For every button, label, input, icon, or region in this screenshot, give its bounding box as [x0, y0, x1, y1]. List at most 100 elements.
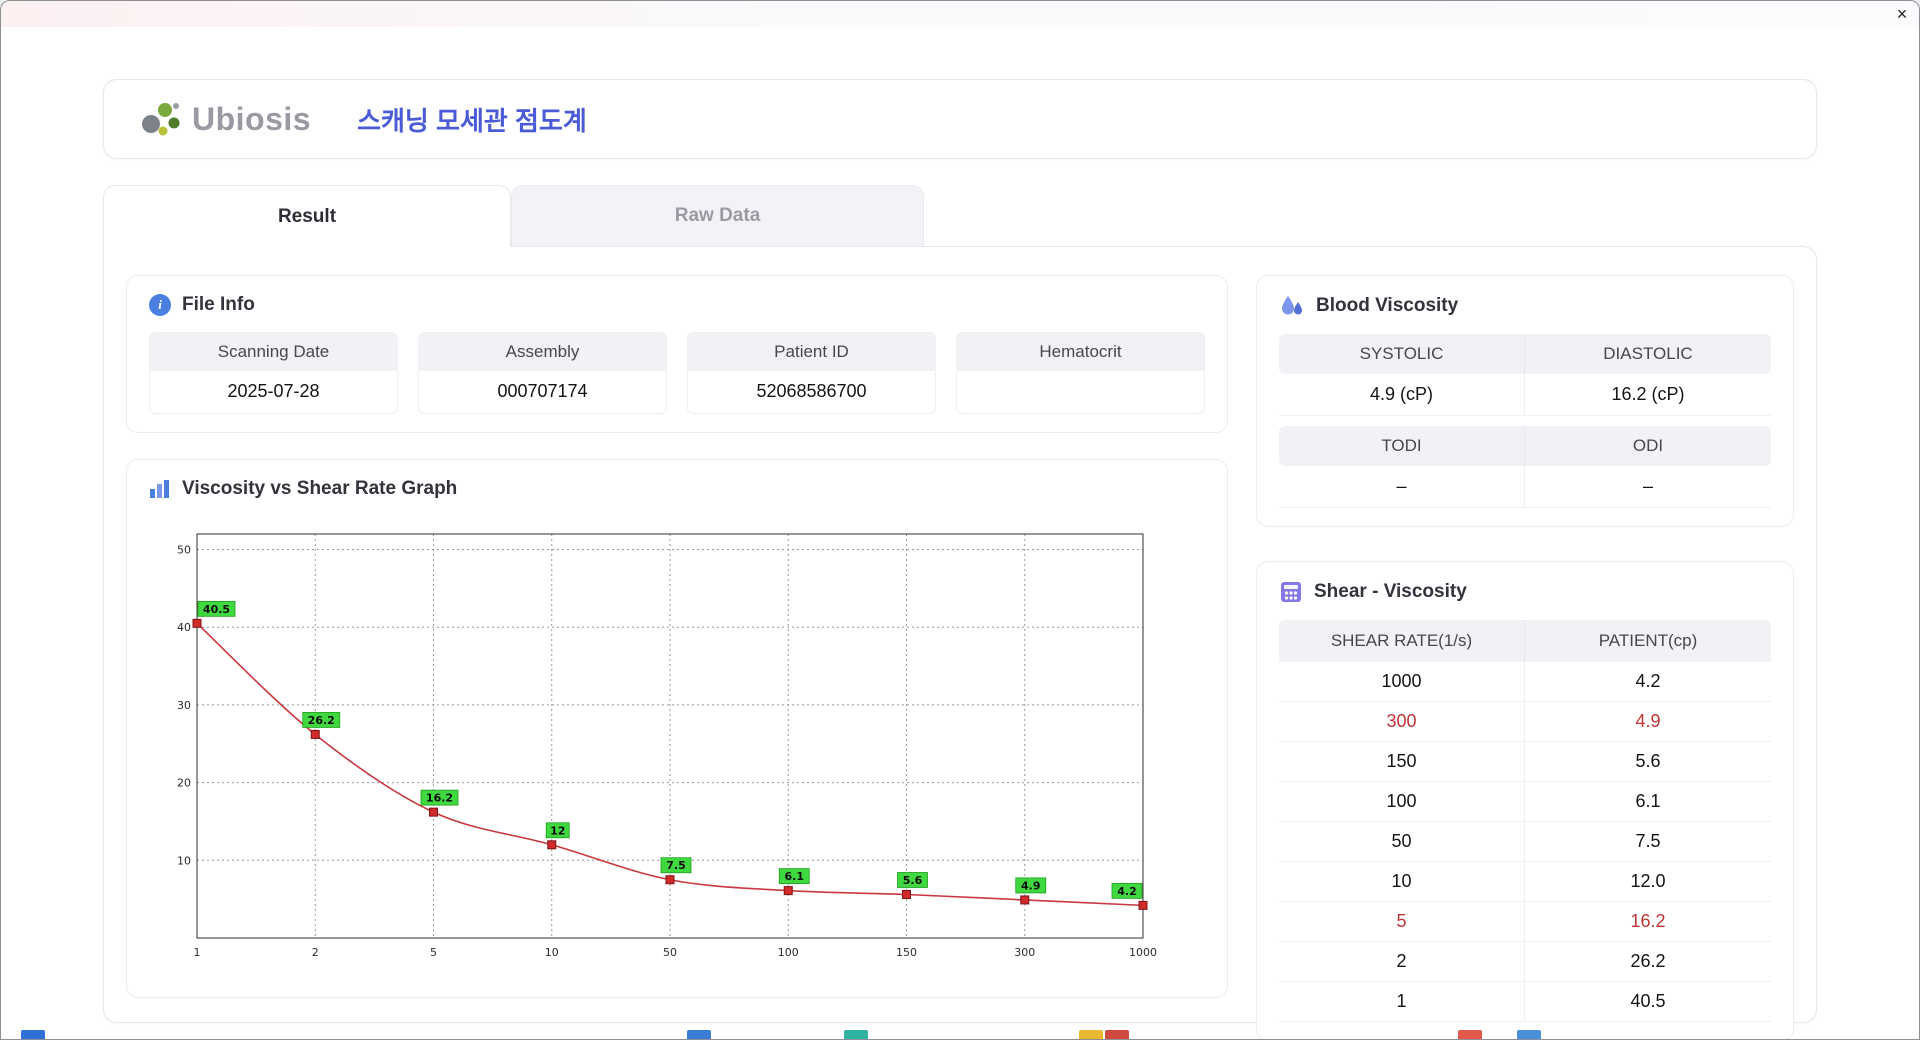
field-label: Hematocrit	[957, 333, 1204, 371]
taskbar-app-icon[interactable]	[844, 1030, 868, 1039]
field-label: Patient ID	[688, 333, 935, 371]
patient-cell: 7.5	[1635, 831, 1661, 851]
shear-rate-cell: 1	[1279, 982, 1525, 1021]
odi-value: –	[1525, 466, 1771, 508]
tab-result[interactable]: Result	[103, 185, 511, 247]
graph-title-row: Viscosity vs Shear Rate Graph	[149, 478, 1205, 500]
header-card: Ubiosis 스캐닝 모세관 점도계	[103, 79, 1817, 159]
shear-rate-cell: 1000	[1279, 662, 1525, 701]
blood-viscosity-row-2: TODI ODI – –	[1279, 426, 1771, 508]
titlebar: ×	[1, 1, 1919, 27]
blood-viscosity-title: Blood Viscosity	[1316, 295, 1459, 316]
patient-cell: 26.2	[1630, 951, 1666, 971]
svg-text:10: 10	[545, 946, 559, 959]
svg-text:50: 50	[663, 946, 677, 959]
table-row: 2 26.2	[1279, 942, 1771, 982]
svg-text:300: 300	[1014, 946, 1035, 959]
column-header-patient: PATIENT(cp)	[1598, 631, 1698, 650]
calculator-icon	[1281, 582, 1301, 602]
taskbar-app-icon[interactable]	[687, 1030, 711, 1039]
graph-title: Viscosity vs Shear Rate Graph	[182, 478, 458, 499]
svg-text:4.2: 4.2	[1117, 885, 1137, 898]
field-value: 2025-07-28	[227, 381, 320, 401]
svg-text:6.1: 6.1	[785, 870, 805, 883]
page-title: 스캐닝 모세관 점도계	[357, 105, 587, 136]
svg-text:40: 40	[177, 621, 191, 634]
tab-bar: Result Raw Data	[103, 185, 1817, 247]
svg-text:1: 1	[194, 946, 201, 959]
blood-viscosity-panel: Blood Viscosity SYSTOLIC DIASTOLIC 4.9 (…	[1256, 275, 1794, 527]
table-row: 300 4.9	[1279, 702, 1771, 742]
shear-rate-cell: 150	[1279, 742, 1525, 781]
result-content: i File Info Scanning Date 2025-07-28 Ass…	[103, 246, 1817, 1039]
svg-text:1000: 1000	[1129, 946, 1157, 959]
field-label: Scanning Date	[150, 333, 397, 371]
column-header-shear-rate: SHEAR RATE(1/s)	[1279, 620, 1525, 662]
file-info-fields: Scanning Date 2025-07-28 Assembly 000707…	[149, 332, 1205, 414]
patient-cell: 40.5	[1630, 991, 1666, 1011]
close-icon[interactable]: ×	[1885, 2, 1919, 26]
svg-text:20: 20	[177, 777, 191, 790]
shear-rate-cell: 2	[1279, 942, 1525, 981]
svg-text:2: 2	[312, 946, 319, 959]
patient-cell: 16.2	[1630, 911, 1666, 931]
field-scanning-date: Scanning Date 2025-07-28	[149, 332, 398, 414]
viscosity-chart: 10 20 30 40 50 1 2 5 10 50 100 150 300 1000 40.5 26.2 1 6…	[177, 533, 1157, 959]
bar-chart-icon	[150, 480, 169, 498]
taskbar-app-icon[interactable]	[21, 1030, 45, 1039]
table-row: 1 40.5	[1279, 982, 1771, 1022]
patient-cell: 4.2	[1635, 671, 1661, 691]
file-info-title-row: i File Info	[149, 294, 1205, 316]
shear-rate-cell: 300	[1279, 702, 1525, 741]
table-row: 150 5.6	[1279, 742, 1771, 782]
field-label: Assembly	[419, 333, 666, 371]
systolic-label: SYSTOLIC	[1279, 334, 1525, 374]
shear-viscosity-title: Shear - Viscosity	[1314, 581, 1467, 602]
shear-rate-cell: 5	[1279, 902, 1525, 941]
left-column: i File Info Scanning Date 2025-07-28 Ass…	[126, 275, 1228, 998]
shear-viscosity-title-row: Shear - Viscosity	[1279, 580, 1771, 604]
taskbar-app-icon[interactable]	[1079, 1030, 1103, 1039]
field-value	[957, 371, 1204, 413]
taskbar-app-icon[interactable]	[1517, 1030, 1541, 1039]
ubiosis-logo: Ubiosis	[138, 98, 311, 140]
tab-raw-data[interactable]: Raw Data	[511, 185, 924, 246]
page: Ubiosis 스캐닝 모세관 점도계 Result Raw Data i Fi…	[103, 79, 1817, 1039]
blood-viscosity-row-1: SYSTOLIC DIASTOLIC 4.9 (cP) 16.2 (cP)	[1279, 334, 1771, 416]
blood-viscosity-title-row: Blood Viscosity	[1279, 294, 1771, 318]
svg-text:150: 150	[896, 946, 917, 959]
svg-text:50: 50	[177, 544, 191, 557]
shear-rate-cell: 10	[1279, 862, 1525, 901]
field-hematocrit: Hematocrit	[956, 332, 1205, 414]
table-row: 50 7.5	[1279, 822, 1771, 862]
svg-text:100: 100	[778, 946, 799, 959]
taskbar-app-icon[interactable]	[1458, 1030, 1482, 1039]
table-row: 100 6.1	[1279, 782, 1771, 822]
svg-text:12: 12	[550, 824, 565, 837]
svg-text:5.6: 5.6	[903, 874, 923, 887]
field-assembly: Assembly 000707174	[418, 332, 667, 414]
file-info-panel: i File Info Scanning Date 2025-07-28 Ass…	[126, 275, 1228, 433]
table-row: 1000 4.2	[1279, 662, 1771, 702]
shear-table-body: 1000 4.2 300 4.9 150 5.6 100 6.1 50 7.5 …	[1279, 662, 1771, 1022]
svg-text:30: 30	[177, 699, 191, 712]
patient-cell: 12.0	[1630, 871, 1666, 891]
todi-value: –	[1279, 466, 1525, 508]
taskbar-app-icon[interactable]	[1105, 1030, 1129, 1039]
table-row: 10 12.0	[1279, 862, 1771, 902]
shear-rate-cell: 50	[1279, 822, 1525, 861]
field-value: 000707174	[497, 381, 588, 401]
svg-text:10: 10	[177, 854, 191, 867]
svg-text:40.5: 40.5	[203, 603, 230, 616]
taskbar[interactable]	[1, 1030, 1919, 1039]
right-column: Blood Viscosity SYSTOLIC DIASTOLIC 4.9 (…	[1256, 275, 1794, 1039]
diastolic-value: 16.2 (cP)	[1525, 374, 1771, 416]
svg-text:7.5: 7.5	[666, 859, 686, 872]
table-row: 5 16.2	[1279, 902, 1771, 942]
brand-name: Ubiosis	[192, 100, 312, 137]
diastolic-label: DIASTOLIC	[1525, 334, 1771, 374]
graph-panel: Viscosity vs Shear Rate Graph 10 20 30 40 50…	[126, 459, 1228, 998]
svg-text:5: 5	[430, 946, 437, 959]
svg-text:26.2: 26.2	[308, 714, 335, 727]
logo-dots-icon	[142, 103, 180, 136]
